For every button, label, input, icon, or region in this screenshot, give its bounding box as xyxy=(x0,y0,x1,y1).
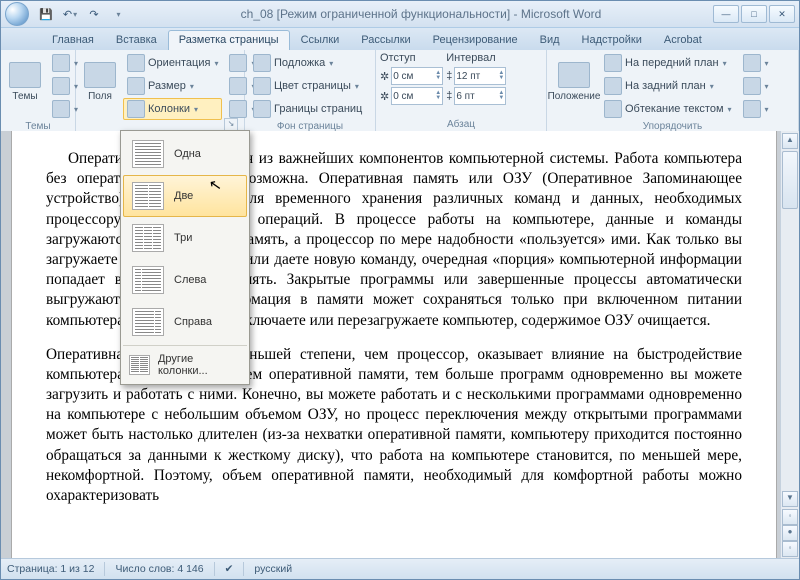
indent-label: Отступ xyxy=(380,52,443,64)
page-borders-button[interactable]: Границы страниц xyxy=(249,98,366,120)
align-button[interactable]: ▾ xyxy=(739,52,773,74)
bring-front-icon xyxy=(604,54,622,72)
window-controls: — □ ✕ xyxy=(713,5,795,23)
tab-references[interactable]: Ссылки xyxy=(290,30,351,50)
orientation-button[interactable]: Ориентация▾ xyxy=(123,52,222,74)
group-paragraph-label: Абзац xyxy=(380,118,542,132)
watermark-button[interactable]: Подложка▾ xyxy=(249,52,366,74)
tab-insert[interactable]: Вставка xyxy=(105,30,168,50)
group-page-setup: Поля Ориентация▾ Размер▾ Колонки▾ ▾ ▾ ▾ … xyxy=(76,50,245,132)
columns-three[interactable]: Три xyxy=(123,217,247,259)
spacing-after-icon: ‡ xyxy=(446,90,452,102)
maximize-button[interactable]: □ xyxy=(741,5,767,23)
group-arrange: Положение На передний план▾ На задний пл… xyxy=(547,50,799,132)
watermark-icon xyxy=(253,54,271,72)
send-back-icon xyxy=(604,77,622,95)
text-wrap-button[interactable]: Обтекание текстом▾ xyxy=(600,98,736,120)
quick-access-toolbar: 💾 ↶▾ ↷ ▾ xyxy=(5,2,129,26)
indent-left-input[interactable]: 0 см▲▼ xyxy=(391,67,443,85)
group-objects-button[interactable]: ▾ xyxy=(739,75,773,97)
ribbon-tabs: Главная Вставка Разметка страницы Ссылки… xyxy=(1,28,799,50)
window-title: ch_08 [Режим ограниченной функциональнос… xyxy=(129,7,713,21)
scroll-down-button[interactable]: ▼ xyxy=(782,491,798,507)
close-button[interactable]: ✕ xyxy=(769,5,795,23)
spacing-label: Интервал xyxy=(446,52,506,64)
columns-left[interactable]: Слева xyxy=(123,259,247,301)
undo-button[interactable]: ↶▾ xyxy=(59,3,81,25)
rotate-icon xyxy=(743,100,761,118)
ribbon: Темы ▾ ▾ ▾ Темы Поля Ориентация▾ Размер xyxy=(1,50,799,133)
vertical-scrollbar[interactable]: ▲ ▼ ◦ ● ◦ xyxy=(780,131,799,559)
margins-button[interactable]: Поля xyxy=(80,52,120,112)
position-button[interactable]: Положение xyxy=(551,52,597,112)
colors-icon xyxy=(52,54,70,72)
tab-mailings[interactable]: Рассылки xyxy=(350,30,421,50)
tab-acrobat[interactable]: Acrobat xyxy=(653,30,713,50)
dropdown-separator xyxy=(123,345,247,346)
next-page-button[interactable]: ◦ xyxy=(782,541,798,557)
margins-icon xyxy=(84,62,116,88)
scroll-thumb[interactable] xyxy=(782,151,798,209)
themes-button[interactable]: Темы xyxy=(5,52,45,112)
group-themes: Темы ▾ ▾ ▾ Темы xyxy=(1,50,76,132)
columns-right[interactable]: Справа xyxy=(123,301,247,343)
orientation-icon xyxy=(127,54,145,72)
office-button[interactable] xyxy=(5,2,29,26)
status-language[interactable]: русский xyxy=(254,563,292,575)
status-words[interactable]: Число слов: 4 146 xyxy=(115,563,203,575)
group-icon xyxy=(743,77,761,95)
status-proofing-icon[interactable]: ✔ xyxy=(225,563,234,575)
page-color-icon xyxy=(253,77,271,95)
status-page[interactable]: Страница: 1 из 12 xyxy=(7,563,94,575)
scroll-up-button[interactable]: ▲ xyxy=(782,133,798,149)
group-paragraph: Отступ ✲0 см▲▼ ✲0 см▲▼ Интервал ‡12 пт▲▼… xyxy=(376,50,547,132)
align-icon xyxy=(743,54,761,72)
size-button[interactable]: Размер▾ xyxy=(123,75,222,97)
send-back-button[interactable]: На задний план▾ xyxy=(600,75,736,97)
indent-right-icon: ✲ xyxy=(380,90,389,103)
themes-label: Темы xyxy=(12,91,37,102)
fonts-icon xyxy=(52,77,70,95)
tab-addins[interactable]: Надстройки xyxy=(571,30,653,50)
tab-page-layout[interactable]: Разметка страницы xyxy=(168,30,290,50)
qat-more-button[interactable]: ▾ xyxy=(107,3,129,25)
columns-dropdown: Одна Две Три Слева Справа Другие колонки… xyxy=(120,130,250,385)
browse-object-button[interactable]: ● xyxy=(782,525,798,541)
page-borders-icon xyxy=(253,100,271,118)
size-icon xyxy=(127,77,145,95)
columns-more[interactable]: Другие колонки... xyxy=(123,348,247,382)
status-bar: Страница: 1 из 12 Число слов: 4 146 ✔ ру… xyxy=(1,558,799,579)
position-label: Положение xyxy=(548,91,601,102)
position-icon xyxy=(558,62,590,88)
redo-button[interactable]: ↷ xyxy=(83,3,105,25)
page-color-button[interactable]: Цвет страницы▾ xyxy=(249,75,366,97)
spacing-before-icon: ‡ xyxy=(446,70,452,82)
text-wrap-icon xyxy=(604,100,622,118)
minimize-button[interactable]: — xyxy=(713,5,739,23)
save-button[interactable]: 💾 xyxy=(35,3,57,25)
tab-review[interactable]: Рецензирование xyxy=(422,30,529,50)
spacing-after-input[interactable]: 6 пт▲▼ xyxy=(454,87,506,105)
margins-label: Поля xyxy=(88,91,112,102)
indent-right-input[interactable]: 0 см▲▼ xyxy=(391,87,443,105)
indent-left-icon: ✲ xyxy=(380,70,389,83)
themes-icon xyxy=(9,62,41,88)
columns-icon xyxy=(127,100,145,118)
effects-icon xyxy=(52,100,70,118)
bring-front-button[interactable]: На передний план▾ xyxy=(600,52,736,74)
tab-home[interactable]: Главная xyxy=(41,30,105,50)
tab-view[interactable]: Вид xyxy=(529,30,571,50)
rotate-button[interactable]: ▾ xyxy=(739,98,773,120)
columns-one[interactable]: Одна xyxy=(123,133,247,175)
title-bar: 💾 ↶▾ ↷ ▾ ch_08 [Режим ограниченной функц… xyxy=(1,1,799,28)
prev-page-button[interactable]: ◦ xyxy=(782,509,798,525)
columns-button[interactable]: Колонки▾ xyxy=(123,98,222,120)
spacing-before-input[interactable]: 12 пт▲▼ xyxy=(454,67,506,85)
columns-two[interactable]: Две xyxy=(123,175,247,217)
group-page-bg: Подложка▾ Цвет страницы▾ Границы страниц… xyxy=(245,50,376,132)
